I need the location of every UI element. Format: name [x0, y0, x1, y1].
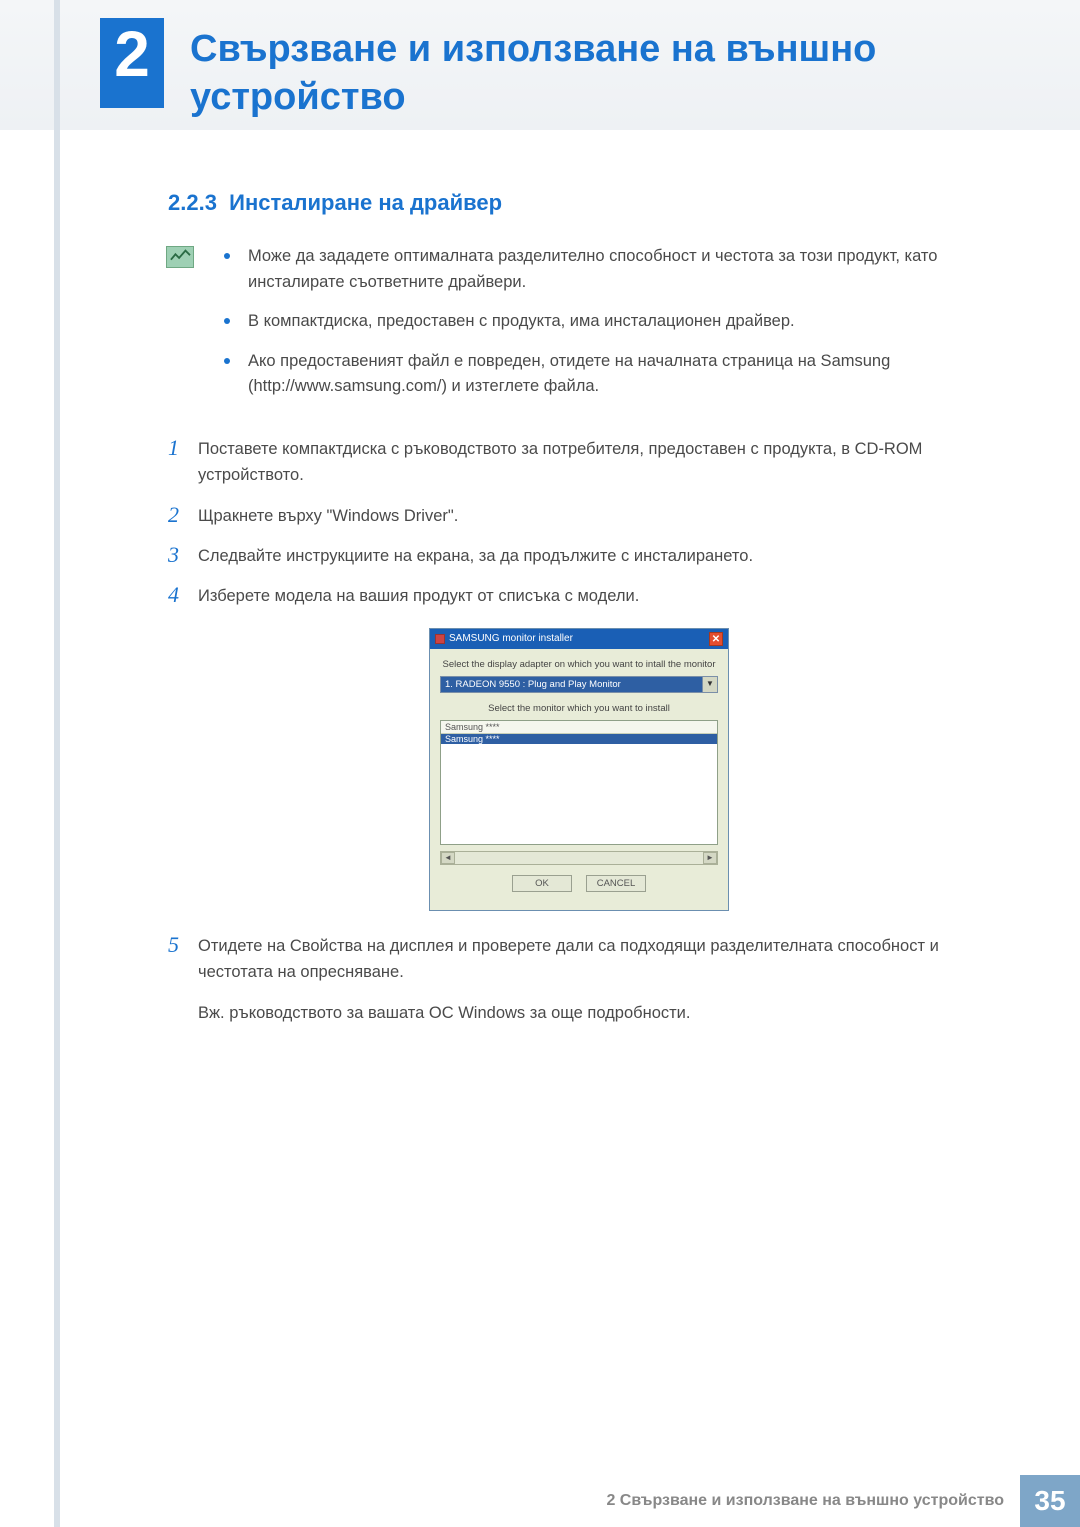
bullet-icon [224, 253, 230, 259]
left-decor-stripe [54, 0, 60, 1527]
installer-label-monitor: Select the monitor which you want to ins… [440, 703, 718, 714]
page-number: 35 [1020, 1475, 1080, 1527]
installer-titlebar: SAMSUNG monitor installer ✕ [430, 629, 728, 649]
step-number: 5 [168, 933, 198, 986]
app-icon [435, 634, 445, 644]
step-text: Отидете на Свойства на дисплея и провере… [198, 933, 990, 986]
note-item: Ако предоставеният файл е повреден, отид… [224, 349, 990, 400]
step-2: 2 Щракнете върху "Windows Driver". [168, 503, 990, 529]
monitor-list-body: Samsung **** [441, 734, 717, 844]
step-3: 3 Следвайте инструкциите на екрана, за д… [168, 543, 990, 569]
note-text: В компактдиска, предоставен с продукта, … [248, 309, 795, 335]
step-text: Изберете модела на вашия продукт от спис… [198, 583, 990, 609]
step-text: Щракнете върху "Windows Driver". [198, 503, 990, 529]
chapter-number: 2 [114, 22, 150, 86]
note-list: Може да зададете оптималната разделителн… [224, 244, 990, 414]
bullet-icon [224, 358, 230, 364]
installer-dialog: SAMSUNG monitor installer ✕ Select the d… [429, 628, 729, 911]
step-text: Поставете компактдиска с ръководството з… [198, 436, 990, 489]
note-text: Може да зададете оптималната разделителн… [248, 244, 990, 295]
scroll-right-icon[interactable]: ► [703, 852, 717, 864]
note-text: Ако предоставеният файл е повреден, отид… [248, 349, 990, 400]
installer-label-adapter: Select the display adapter on which you … [440, 659, 718, 670]
scroll-left-icon[interactable]: ◄ [441, 852, 455, 864]
page-footer: 2 Свързване и използване на външно устро… [0, 1475, 1080, 1527]
close-icon[interactable]: ✕ [709, 632, 723, 646]
step-number: 2 [168, 503, 198, 529]
installer-body: Select the display adapter on which you … [430, 649, 728, 910]
step-number: 4 [168, 583, 198, 609]
section-title-text: Инсталиране на драйвер [229, 190, 502, 215]
adapter-select-value: 1. RADEON 9550 : Plug and Play Monitor [441, 677, 702, 692]
chapter-title: Свързване и използване на външно устройс… [190, 26, 1000, 121]
step-5-extra: Вж. ръководството за вашата ОС Windows з… [198, 1000, 990, 1026]
section-number: 2.2.3 [168, 190, 217, 215]
bullet-icon [224, 318, 230, 324]
content-area: 2.2.3 Инсталиране на драйвер Може да зад… [168, 190, 990, 1026]
step-4: 4 Изберете модела на вашия продукт от сп… [168, 583, 990, 609]
footer-chapter-label: 2 Свързване и използване на външно устро… [606, 1492, 1004, 1510]
step-5: 5 Отидете на Свойства на дисплея и прове… [168, 933, 990, 986]
section-heading: 2.2.3 Инсталиране на драйвер [168, 190, 990, 216]
ok-button[interactable]: OK [512, 875, 572, 892]
step-number: 3 [168, 543, 198, 569]
step-1: 1 Поставете компактдиска с ръководството… [168, 436, 990, 489]
monitor-list-row[interactable]: Samsung **** [441, 734, 717, 744]
note-item: В компактдиска, предоставен с продукта, … [224, 309, 990, 335]
note-icon [166, 246, 194, 268]
note-block: Може да зададете оптималната разделителн… [166, 244, 990, 414]
horizontal-scrollbar[interactable]: ◄ ► [440, 851, 718, 865]
chapter-number-badge: 2 [100, 18, 164, 108]
adapter-select[interactable]: 1. RADEON 9550 : Plug and Play Monitor ▼ [440, 676, 718, 693]
steps-list: 1 Поставете компактдиска с ръководството… [168, 436, 990, 1026]
step-number: 1 [168, 436, 198, 489]
monitor-list[interactable]: Samsung **** Samsung **** [440, 720, 718, 845]
installer-button-row: OK CANCEL [440, 865, 718, 904]
step-text: Следвайте инструкциите на екрана, за да … [198, 543, 990, 569]
monitor-list-header: Samsung **** [441, 721, 717, 734]
installer-title: SAMSUNG monitor installer [449, 633, 573, 644]
chevron-down-icon[interactable]: ▼ [702, 677, 717, 692]
note-item: Може да зададете оптималната разделителн… [224, 244, 990, 295]
cancel-button[interactable]: CANCEL [586, 875, 646, 892]
